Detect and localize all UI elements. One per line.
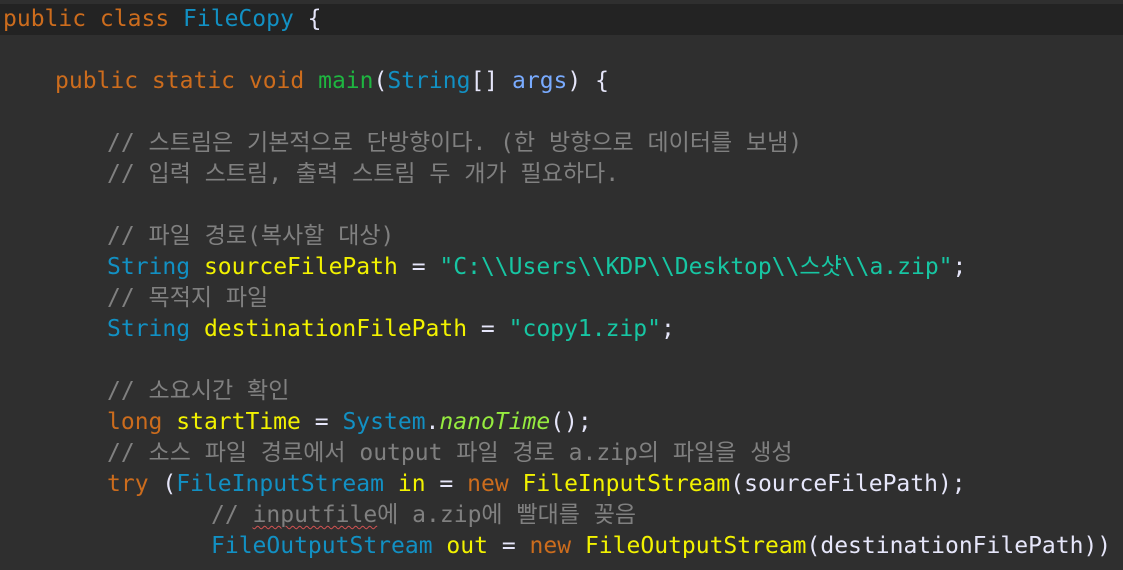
string-literal: "C:\\Users\\KDP\\Desktop\\스샷\\a.zip" <box>439 254 953 280</box>
comment: // 입력 스트림, 출력 스트림 두 개가 필요하다. <box>107 161 620 187</box>
comment: // 목적지 파일 <box>107 285 269 311</box>
variable: in <box>397 471 426 497</box>
keyword: public static void <box>55 68 305 94</box>
code-line-2: public static void main(String[] args) { <box>55 68 609 94</box>
comment: // 소스 파일 경로에서 output 파일 경로 a.zip의 파일을 생성 <box>107 440 793 466</box>
code-line-8: String destinationFilePath = "copy1.zip"… <box>107 316 675 342</box>
string-literal: "copy1.zip" <box>508 316 661 342</box>
code-line-7: // 목적지 파일 <box>0 283 1123 314</box>
comment: // 소요시간 확인 <box>107 378 290 404</box>
variable: sourceFilePath <box>203 254 398 280</box>
keyword: new <box>467 471 509 497</box>
constructor: FileInputStream <box>522 471 731 497</box>
code-line-13: // inputfile에 a.zip에 빨대를 꽂음 <box>0 500 1123 531</box>
code-line-11: // 소스 파일 경로에서 output 파일 경로 a.zip의 파일을 생성 <box>0 438 1123 469</box>
class-name: System <box>342 409 426 435</box>
method-name: main <box>318 68 374 94</box>
code-line-10: long startTime = System.nanoTime(); <box>107 409 592 435</box>
variable: destinationFilePath <box>203 316 468 342</box>
class-name: FileInputStream <box>176 471 384 497</box>
variable: out <box>446 533 488 559</box>
static-method: nanoTime <box>439 409 551 435</box>
keyword: new <box>529 533 572 559</box>
constructor: FileOutputStream <box>584 533 807 559</box>
code-line-4: // 입력 스트림, 출력 스트림 두 개가 필요하다. <box>0 159 1123 190</box>
keyword: try <box>107 471 149 497</box>
comment: // <box>211 502 253 528</box>
type-name: String <box>107 254 191 280</box>
brace: { <box>307 6 322 32</box>
code-line-1: public class FileCopy { <box>0 4 1123 35</box>
spelling-warning: inputfile <box>252 502 378 528</box>
code-line-14: FileOutputStream out = new FileOutputStr… <box>211 533 1123 559</box>
keyword: long <box>107 409 163 435</box>
variable: startTime <box>176 409 301 435</box>
code-line-5: // 파일 경로(복사할 대상) <box>0 221 1123 252</box>
type-name: String <box>387 68 471 94</box>
class-name: FileOutputStream <box>211 533 433 559</box>
comment: // 파일 경로(복사할 대상) <box>107 223 395 249</box>
parameter: args <box>512 68 568 94</box>
code-line-3: // 스트림은 기본적으로 단방향이다. (한 방향으로 데이터를 보냄) <box>0 128 1123 159</box>
comment: // 스트림은 기본적으로 단방향이다. (한 방향으로 데이터를 보냄) <box>107 130 803 156</box>
comment: 에 a.zip에 빨대를 꽂음 <box>377 502 637 528</box>
code-line-12: try (FileInputStream in = new FileInputS… <box>107 471 966 497</box>
type-name: String <box>107 316 191 342</box>
code-line-9: // 소요시간 확인 <box>0 376 1123 407</box>
code-editor[interactable]: public class FileCopy { public static vo… <box>0 0 1123 570</box>
class-name: FileCopy <box>183 6 294 32</box>
keyword: public class <box>3 6 170 32</box>
code-line-6: String sourceFilePath = "C:\\Users\\KDP\… <box>107 254 967 280</box>
